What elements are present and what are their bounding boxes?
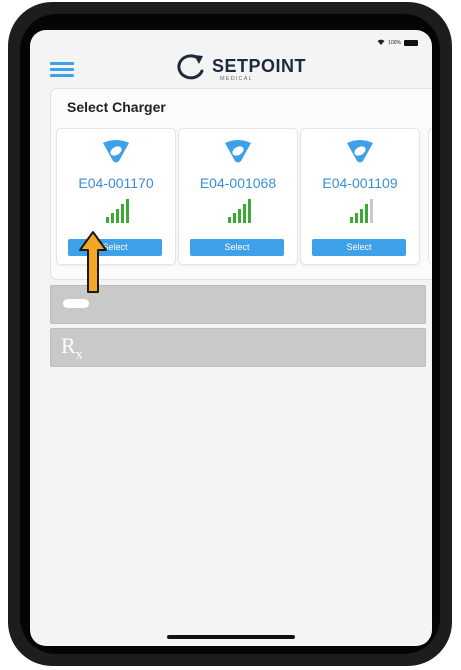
charger-icon <box>347 140 373 163</box>
charger-serial: E04-001109 <box>322 175 398 191</box>
rx-glyph: R <box>61 333 76 358</box>
charger-icon <box>225 140 251 163</box>
select-charger-button[interactable]: Select <box>190 239 284 256</box>
signal-strength-icon <box>228 199 251 223</box>
implant-icon <box>63 299 89 308</box>
battery-icon <box>404 40 418 46</box>
home-indicator <box>167 635 295 639</box>
charger-card[interactable]: E04-001109 Select <box>300 128 420 265</box>
charger-card-partial[interactable] <box>428 128 432 265</box>
battery-percent: 100% <box>388 40 401 46</box>
annotation-arrow-icon <box>79 231 107 293</box>
signal-strength-icon <box>106 199 129 223</box>
charger-serial: E04-001170 <box>78 175 154 191</box>
brand-name: SETPOINT <box>212 56 307 76</box>
charger-card[interactable]: E04-001170 Select <box>56 128 176 265</box>
charger-serial: E04-001068 <box>199 175 277 191</box>
logo-mark-icon <box>177 54 204 80</box>
status-bar: 100% <box>377 39 418 47</box>
rx-glyph-sub: x <box>75 347 83 363</box>
rx-icon: Rx <box>61 333 83 363</box>
panel-title: Select Charger <box>67 99 166 115</box>
charger-card[interactable]: E04-001068 Select <box>178 128 298 265</box>
wifi-icon <box>377 39 385 47</box>
setpoint-logo: SETPOINT MEDICAL <box>172 52 306 82</box>
prescription-row[interactable]: Rx <box>50 328 426 367</box>
signal-strength-icon <box>350 199 373 223</box>
select-charger-button[interactable]: Select <box>312 239 406 256</box>
menu-icon[interactable] <box>50 62 74 80</box>
brand-subtitle: MEDICAL <box>220 76 253 82</box>
app-screen: 100% SETPOINT MEDICAL Select Charger E04… <box>30 30 432 646</box>
charger-icon <box>103 140 129 163</box>
